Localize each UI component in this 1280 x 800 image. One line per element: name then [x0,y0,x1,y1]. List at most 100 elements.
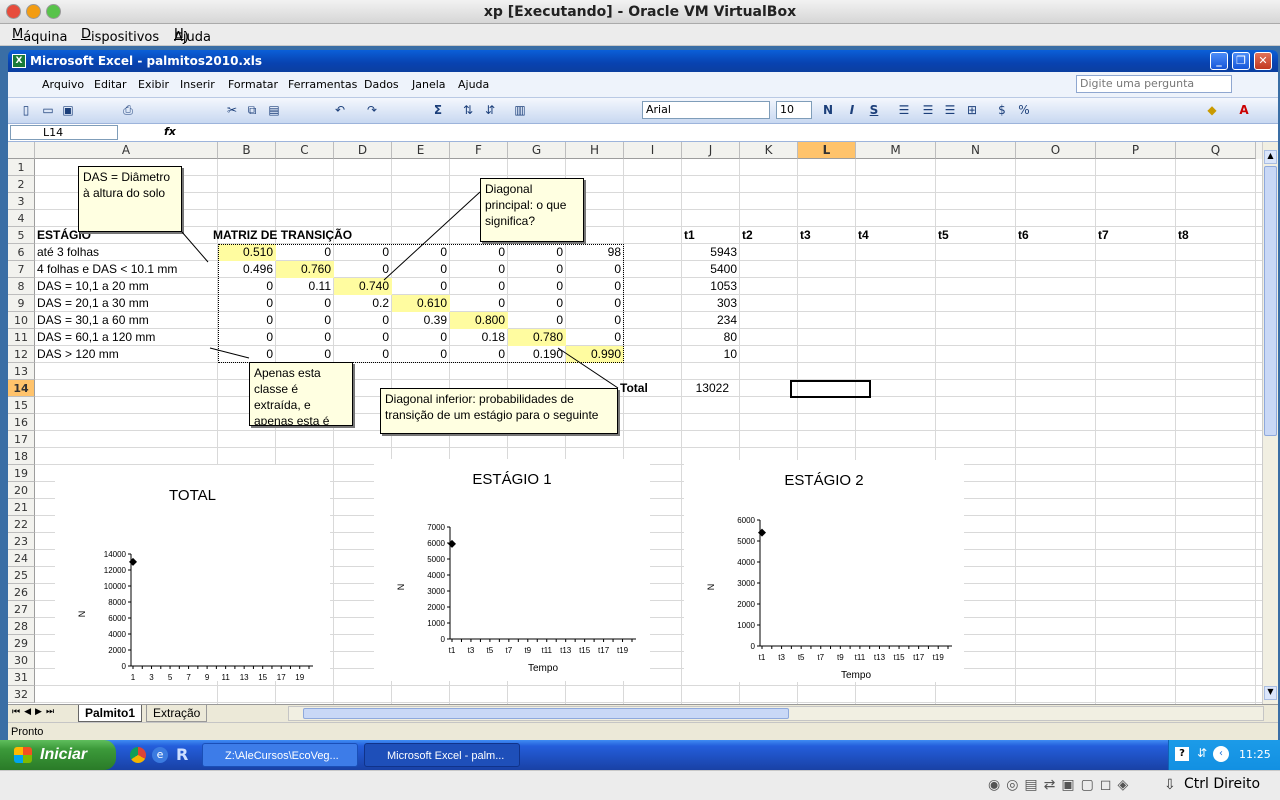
chart-icon[interactable]: ▥ [512,102,528,118]
copy-icon[interactable]: ⧉ [244,102,260,118]
arrow-tray-icon[interactable]: ‹ [1213,746,1229,762]
col-header[interactable]: O [1016,142,1096,159]
font-color-icon[interactable]: A [1236,102,1252,118]
close-dot-icon[interactable] [6,4,21,19]
menu-ferramentas[interactable]: Ferramentas [288,78,357,91]
row-header[interactable]: 25 [8,567,35,584]
fill-color-icon[interactable]: ◆ [1204,102,1220,118]
task-excel[interactable]: Microsoft Excel - palm... [364,743,520,767]
row-header[interactable]: 29 [8,635,35,652]
ask-question-input[interactable]: Digite uma pergunta [1076,75,1232,93]
host-menu-ajuda[interactable]: Ajuda (H) [174,27,211,60]
save-icon[interactable]: ▣ [60,102,76,118]
fx-icon[interactable]: fx [164,125,176,138]
paste-icon[interactable]: ▤ [266,102,282,118]
menu-editar[interactable]: Editar [94,78,127,91]
minimize-button[interactable]: _ [1210,52,1228,70]
restore-button[interactable]: ❐ [1232,52,1250,70]
host-menu-dispositivos[interactable]: Dispositivos [81,27,159,45]
print-icon[interactable]: ⎙ [120,102,136,118]
merge-icon[interactable]: ⊞ [964,102,980,118]
row-header[interactable]: 32 [8,686,35,703]
cut-icon[interactable]: ✂ [224,102,240,118]
bold-icon[interactable]: N [820,102,836,118]
t-header[interactable]: t4 [858,227,869,244]
selected-cell-l14[interactable] [790,380,871,398]
row-header[interactable]: 20 [8,482,35,499]
row-header[interactable]: 19 [8,465,35,482]
tab-nav-icons[interactable]: ⏮◀▶⏭ [12,707,58,717]
menu-formatar[interactable]: Formatar [228,78,278,91]
col-header[interactable]: N [936,142,1016,159]
network-tray-icon[interactable]: ⇵ [1197,746,1207,760]
open-icon[interactable]: ▭ [40,102,56,118]
chart-total[interactable]: TOTAL 0 2000 4000 6000 8000 10000 12000 14000 1 3 5… [55,465,330,701]
percent-icon[interactable]: % [1016,102,1032,118]
menu-inserir[interactable]: Inserir [180,78,215,91]
row-header[interactable]: 23 [8,533,35,550]
vertical-scrollbar[interactable]: ▲ ▼ [1262,142,1278,704]
col-header[interactable]: L [798,142,856,159]
row-header[interactable]: 28 [8,618,35,635]
col-header[interactable]: Q [1176,142,1256,159]
menu-dados[interactable]: Dados [364,78,399,91]
horizontal-scrollbar[interactable] [288,706,1264,721]
r-icon[interactable]: R [176,745,188,764]
ie-icon[interactable]: e [152,747,168,763]
host-menu-maquina[interactable]: Máquina [12,27,68,45]
vm-status-icons[interactable]: ◉◎▤⇄▣▢◻◈ [988,777,1134,793]
undo-icon[interactable]: ↶ [332,102,348,118]
sum-icon[interactable]: Σ [430,102,446,118]
menu-arquivo[interactable]: Arquivo [42,78,84,91]
font-size-select[interactable]: 10 [776,101,812,119]
chart-estagio-2[interactable]: ESTÁGIO 2 0 1000 2000 3000 4000 5000 6000 t1 t3 t5… [684,460,964,682]
maximize-dot-icon[interactable] [46,4,61,19]
sort-asc-icon[interactable]: ⇅ [460,102,476,118]
row-header[interactable]: 27 [8,601,35,618]
menu-exibir[interactable]: Exibir [138,78,169,91]
task-explorer[interactable]: Z:\AleCursos\EcoVeg... [202,743,358,767]
align-right-icon[interactable]: ☰ [942,102,958,118]
help-tray-icon[interactable]: ? [1175,747,1189,761]
col-header[interactable]: M [856,142,936,159]
row-header[interactable]: 24 [8,550,35,567]
start-button[interactable]: Iniciar [0,740,116,770]
sort-desc-icon[interactable]: ⇵ [482,102,498,118]
t-header[interactable]: t6 [1018,227,1029,244]
t-header[interactable]: t7 [1098,227,1109,244]
minimize-dot-icon[interactable] [26,4,41,19]
tab-extracao[interactable]: Extração [146,705,208,722]
row-header[interactable]: 18 [8,448,35,465]
t-header[interactable]: t2 [742,227,753,244]
new-icon[interactable]: ▯ [18,102,34,118]
t-header[interactable]: t3 [800,227,811,244]
menu-janela[interactable]: Janela [412,78,446,91]
vertical-scroll-thumb[interactable] [1264,166,1277,436]
row-header[interactable]: 22 [8,516,35,533]
redo-icon[interactable]: ↷ [364,102,380,118]
chart-estagio-1[interactable]: ESTÁGIO 1 0 1000 2000 3000 4000 5000 6000 7000 t1… [374,459,650,681]
row-header[interactable]: 21 [8,499,35,516]
currency-icon[interactable]: $ [994,102,1010,118]
font-name-select[interactable]: Arial [642,101,770,119]
underline-icon[interactable]: S [866,102,882,118]
chrome-icon[interactable] [130,747,146,763]
col-header[interactable]: K [740,142,798,159]
horizontal-scroll-thumb[interactable] [303,708,789,719]
row-header[interactable]: 31 [8,669,35,686]
row-header[interactable]: 26 [8,584,35,601]
row-header[interactable]: 30 [8,652,35,669]
name-box[interactable]: L14 [10,125,118,140]
scroll-up-icon[interactable]: ▲ [1264,150,1277,164]
menu-ajuda[interactable]: Ajuda [458,78,489,91]
italic-icon[interactable]: I [844,102,860,118]
worksheet[interactable]: ABCDEFGHIJKLMNOPQ 1 2 3 4 5 6 7 8 9 10 11 12 13 14 15 1… [8,142,1262,704]
close-button[interactable]: ✕ [1254,52,1272,70]
align-left-icon[interactable]: ☰ [896,102,912,118]
col-header[interactable]: P [1096,142,1176,159]
tab-palmito1[interactable]: Palmito1 [78,705,143,722]
t-header[interactable]: t5 [938,227,949,244]
t-header[interactable]: t8 [1178,227,1189,244]
scroll-down-icon[interactable]: ▼ [1264,686,1277,700]
align-center-icon[interactable]: ☰ [920,102,936,118]
